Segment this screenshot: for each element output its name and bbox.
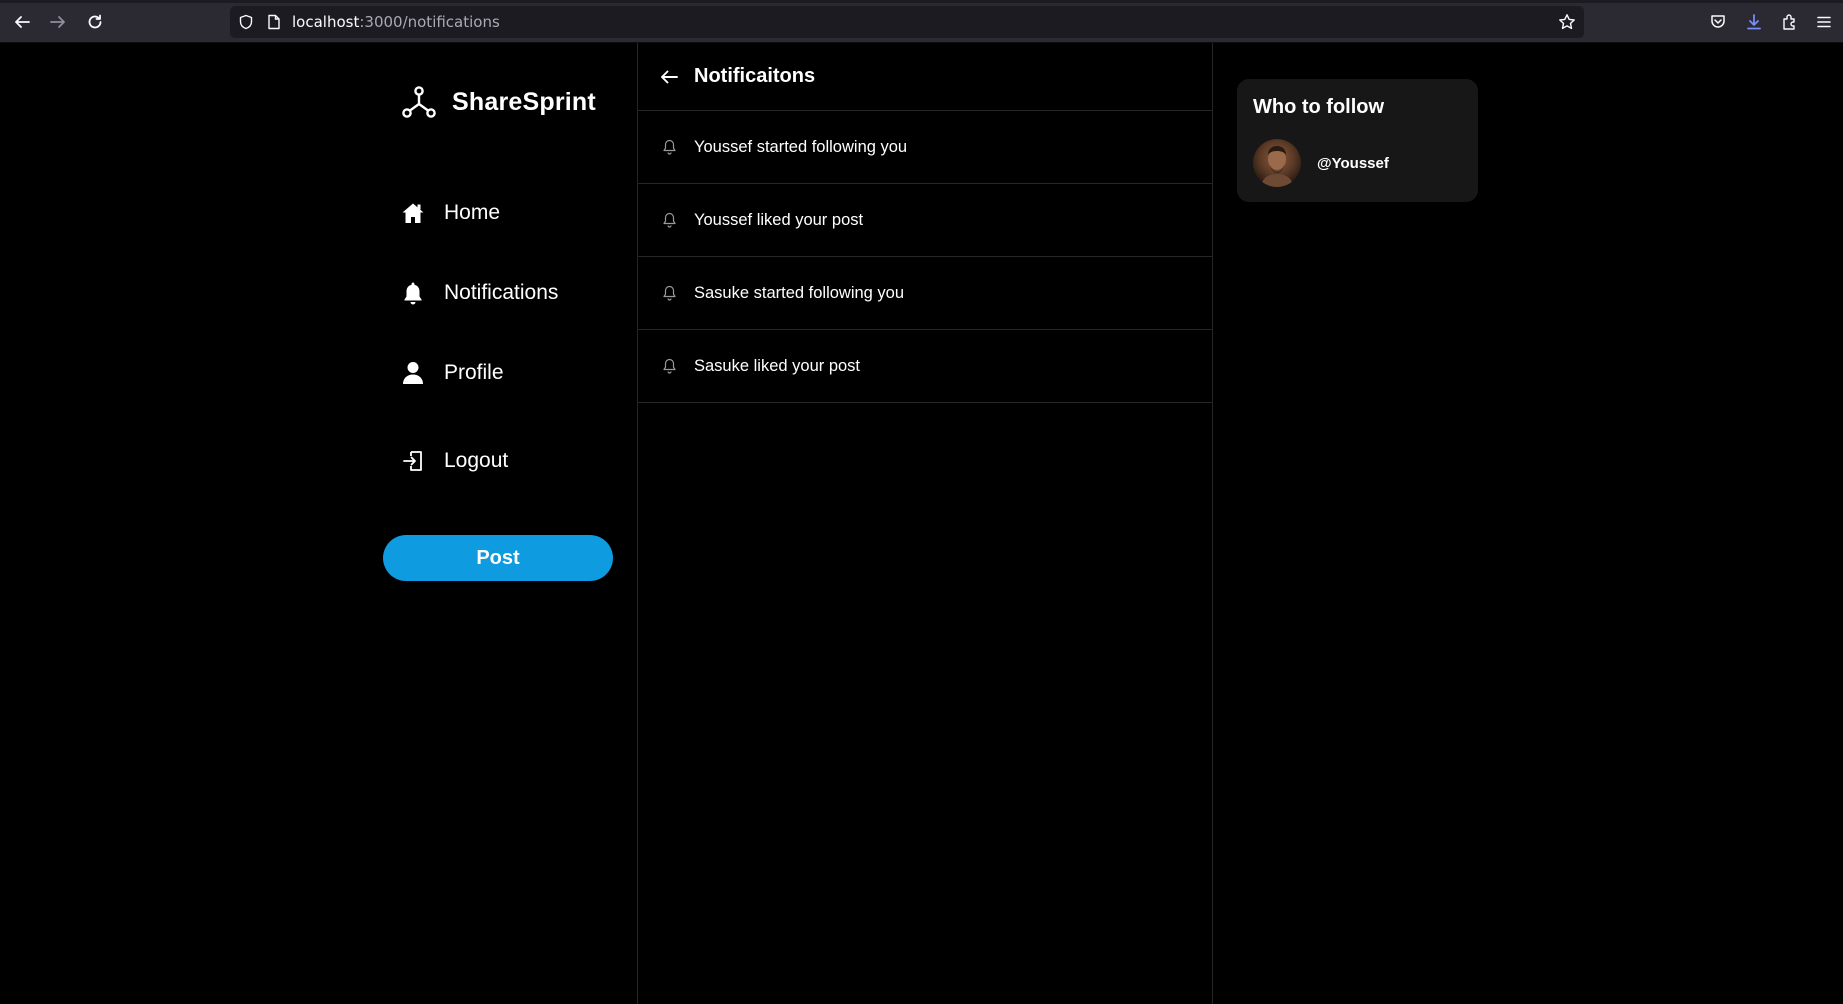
notification-text: Youssef started following you <box>694 137 908 156</box>
sidebar-item-home[interactable]: Home <box>400 200 500 226</box>
address-bar[interactable]: localhost:3000/notifications <box>230 6 1584 38</box>
sidebar-item-notifications[interactable]: Notifications <box>400 280 558 306</box>
back-arrow-icon[interactable] <box>660 67 680 87</box>
user-icon <box>400 360 426 386</box>
notification-item[interactable]: Youssef liked your post <box>638 184 1212 257</box>
app-root: ShareSprint Home Notifications Profile L <box>0 43 1843 1004</box>
forward-icon[interactable] <box>46 10 70 34</box>
suggested-user[interactable]: @Youssef <box>1253 139 1389 187</box>
notification-item[interactable]: Sasuke started following you <box>638 257 1212 330</box>
tab-strip-edge <box>0 0 1843 3</box>
notification-item[interactable]: Sasuke liked your post <box>638 330 1212 403</box>
bookmark-star-icon[interactable] <box>1558 13 1576 31</box>
back-icon[interactable] <box>10 10 34 34</box>
brand[interactable]: ShareSprint <box>400 83 596 121</box>
notification-text: Sasuke started following you <box>694 283 905 302</box>
bell-outline-icon <box>662 212 678 228</box>
bell-outline-icon <box>662 285 678 301</box>
browser-toolbar: localhost:3000/notifications <box>0 0 1843 43</box>
notifications-panel: Notificaitons Youssef started following … <box>637 43 1213 1004</box>
url-text[interactable]: localhost:3000/notifications <box>292 13 500 31</box>
sidebar-item-label: Logout <box>444 449 509 472</box>
sidebar-item-profile[interactable]: Profile <box>400 360 504 386</box>
notification-item[interactable]: Youssef started following you <box>638 111 1212 184</box>
notification-text: Sasuke liked your post <box>694 356 861 375</box>
sidebar-item-label: Notifications <box>444 281 559 304</box>
sharesprint-logo-icon <box>400 83 438 121</box>
bell-outline-icon <box>662 139 678 155</box>
home-icon <box>400 200 426 226</box>
panel-header: Notificaitons <box>638 43 1212 111</box>
right-column: Who to follow @Youssef <box>1213 43 1843 1004</box>
post-button[interactable]: Post <box>383 535 613 581</box>
url-host: localhost <box>292 13 360 31</box>
user-handle: @Youssef <box>1317 154 1389 172</box>
brand-name: ShareSprint <box>452 87 596 116</box>
avatar[interactable] <box>1253 139 1301 187</box>
sidebar-item-label: Profile <box>444 361 504 384</box>
sidebar: ShareSprint Home Notifications Profile L <box>383 43 637 1004</box>
reload-icon[interactable] <box>83 10 107 34</box>
logout-icon <box>400 448 426 474</box>
pocket-icon[interactable] <box>1706 10 1730 34</box>
menu-icon[interactable] <box>1812 10 1836 34</box>
who-to-follow-card: Who to follow @Youssef <box>1237 79 1478 202</box>
url-path: :3000/notifications <box>359 13 500 31</box>
sidebar-item-label: Home <box>444 201 501 224</box>
notification-text: Youssef liked your post <box>694 210 864 229</box>
downloads-icon[interactable] <box>1742 10 1766 34</box>
bell-outline-icon <box>662 358 678 374</box>
bell-icon <box>400 280 426 306</box>
page-icon[interactable] <box>267 14 281 30</box>
who-to-follow-heading: Who to follow <box>1253 96 1385 118</box>
extensions-icon[interactable] <box>1778 10 1802 34</box>
shield-icon[interactable] <box>238 14 254 30</box>
page-title: Notificaitons <box>694 65 816 87</box>
sidebar-item-logout[interactable]: Logout <box>400 448 508 474</box>
